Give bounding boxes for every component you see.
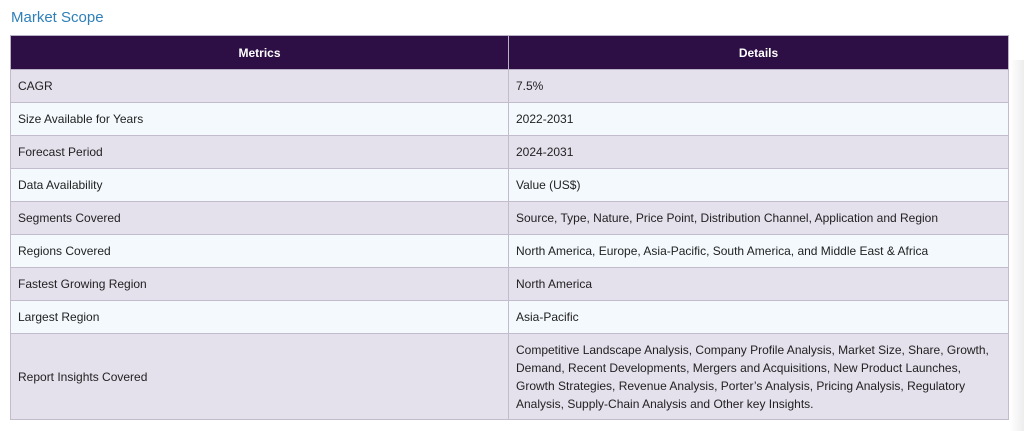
- metric-cell: Size Available for Years: [10, 102, 509, 136]
- metric-cell: Report Insights Covered: [10, 333, 509, 420]
- detail-cell: North America, Europe, Asia-Pacific, Sou…: [508, 234, 1009, 268]
- table-row: Forecast Period 2024-2031: [10, 135, 1009, 169]
- detail-cell: North America: [508, 267, 1009, 301]
- market-scope-table: Metrics Details CAGR 7.5% Size Available…: [10, 35, 1009, 420]
- table-row: Data Availability Value (US$): [10, 168, 1009, 202]
- detail-cell: 7.5%: [508, 69, 1009, 103]
- column-header-metrics: Metrics: [10, 35, 509, 70]
- table-row: Report Insights Covered Competitive Land…: [10, 333, 1009, 420]
- edge-shadow: [1010, 60, 1024, 431]
- metric-cell: Regions Covered: [10, 234, 509, 268]
- metric-cell: Segments Covered: [10, 201, 509, 235]
- table-row: CAGR 7.5%: [10, 69, 1009, 103]
- column-header-details: Details: [508, 35, 1009, 70]
- metric-cell: Largest Region: [10, 300, 509, 334]
- table-header-row: Metrics Details: [10, 35, 1009, 70]
- detail-cell: Source, Type, Nature, Price Point, Distr…: [508, 201, 1009, 235]
- detail-cell: Competitive Landscape Analysis, Company …: [508, 333, 1009, 420]
- detail-cell: 2024-2031: [508, 135, 1009, 169]
- table-row: Fastest Growing Region North America: [10, 267, 1009, 301]
- table-row: Largest Region Asia-Pacific: [10, 300, 1009, 334]
- section-title: Market Scope: [11, 9, 104, 26]
- metric-cell: CAGR: [10, 69, 509, 103]
- detail-cell: 2022-2031: [508, 102, 1009, 136]
- detail-cell: Value (US$): [508, 168, 1009, 202]
- table-row: Segments Covered Source, Type, Nature, P…: [10, 201, 1009, 235]
- metric-cell: Data Availability: [10, 168, 509, 202]
- market-scope-page: Market Scope Metrics Details CAGR 7.5% S…: [0, 0, 1024, 431]
- metric-cell: Fastest Growing Region: [10, 267, 509, 301]
- detail-cell: Asia-Pacific: [508, 300, 1009, 334]
- table-row: Regions Covered North America, Europe, A…: [10, 234, 1009, 268]
- metric-cell: Forecast Period: [10, 135, 509, 169]
- table-row: Size Available for Years 2022-2031: [10, 102, 1009, 136]
